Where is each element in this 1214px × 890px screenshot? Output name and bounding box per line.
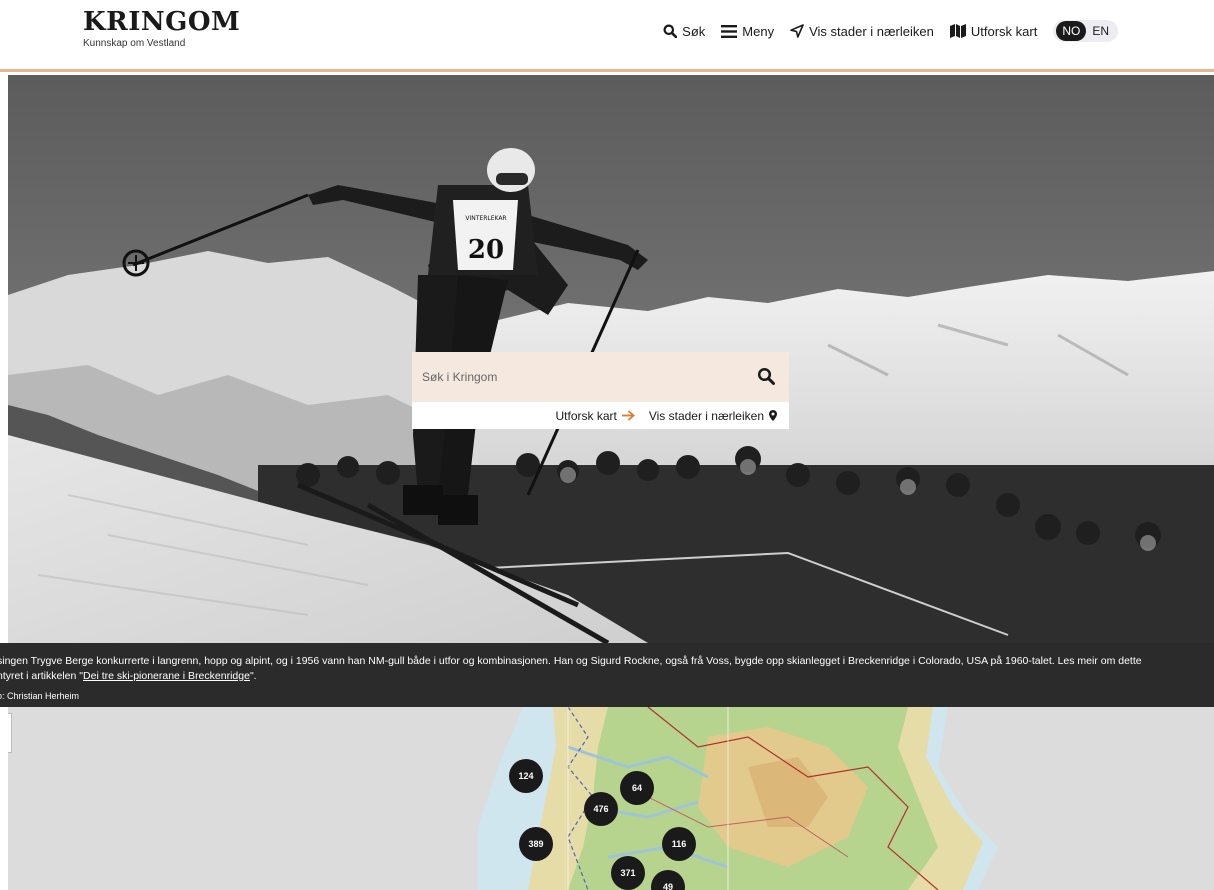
map-pin-icon [769,410,777,421]
bib-number: 20 [468,235,504,265]
main-nav: Søk Meny Vis stader i nærleiken Utforsk … [663,20,1118,42]
site-header: KRINGOM Kunnskap om Vestland Søk Meny Vi… [0,0,1214,72]
location-arrow-icon [790,24,804,38]
explore-map-link[interactable]: Utforsk kart [555,408,635,423]
map-cluster[interactable]: 371 [611,856,645,890]
caption-line-1: singen Trygve Berge konkurrerte i langre… [0,655,1142,667]
site-logo[interactable]: KRINGOM Kunnskap om Vestland [83,8,240,49]
map-cluster[interactable]: 476 [584,792,618,826]
article-link[interactable]: Dei tre ski-pionerane i Breckenridge [83,670,250,682]
nav-search-label: Søk [682,23,706,39]
caption-line-2-prefix: ntyret i artikkelen " [0,670,84,682]
lang-en-button[interactable]: EN [1086,21,1115,41]
arrow-right-icon [621,410,635,421]
lang-no-button[interactable]: NO [1056,21,1087,41]
nav-explore-map-label: Utforsk kart [970,23,1038,39]
explore-map-link-label: Utforsk kart [555,408,617,423]
nav-nearby-label: Vis stader i nærleiken [809,23,934,39]
nav-explore-map-button[interactable]: Utforsk kart [949,23,1038,39]
map-cluster[interactable]: 124 [509,759,543,793]
language-switcher: NO EN [1053,20,1118,42]
search-icon[interactable] [757,367,775,385]
map-icon [949,24,966,38]
hero-search-links: Utforsk kart Vis stader i nærleiken [412,402,789,429]
hero-photo: 20 VINTERLEKAR Utforsk kart Vis stad [8,75,1214,643]
map-view[interactable]: 124 64 476 389 116 371 49 [8,707,1214,890]
nav-search-button[interactable]: Søk [663,24,705,39]
caption-line-2-suffix: ". [249,670,257,682]
hero-search-input[interactable] [412,352,732,402]
caption-line-2: ntyret i artikkelen "Dei tre ski-pionera… [0,670,257,682]
nearby-link-label: Vis stader i nærleiken [648,408,764,423]
logo-title: KRINGOM [83,7,241,37]
nav-menu-button[interactable]: Meny [721,24,774,39]
bib-text: VINTERLEKAR [465,215,506,222]
hamburger-icon [721,24,738,38]
photo-credit: o: Christian Herheim [0,691,80,701]
hero-search-box: Utforsk kart Vis stader i nærleiken [412,352,789,429]
map-cluster[interactable]: 389 [519,827,553,861]
logo-subtitle: Kunnskap om Vestland [83,38,186,49]
search-icon [663,24,678,38]
photo-caption: singen Trygve Berge konkurrerte i langre… [0,643,1214,707]
nearby-link[interactable]: Vis stader i nærleiken [649,409,777,423]
map-cluster[interactable]: 116 [662,827,696,861]
hero-search-field [412,352,789,402]
map-cluster[interactable]: 64 [620,771,654,805]
nav-nearby-button[interactable]: Vis stader i nærleiken [790,24,934,39]
map-zoom-control[interactable] [8,713,12,753]
nav-menu-label: Meny [742,23,775,39]
